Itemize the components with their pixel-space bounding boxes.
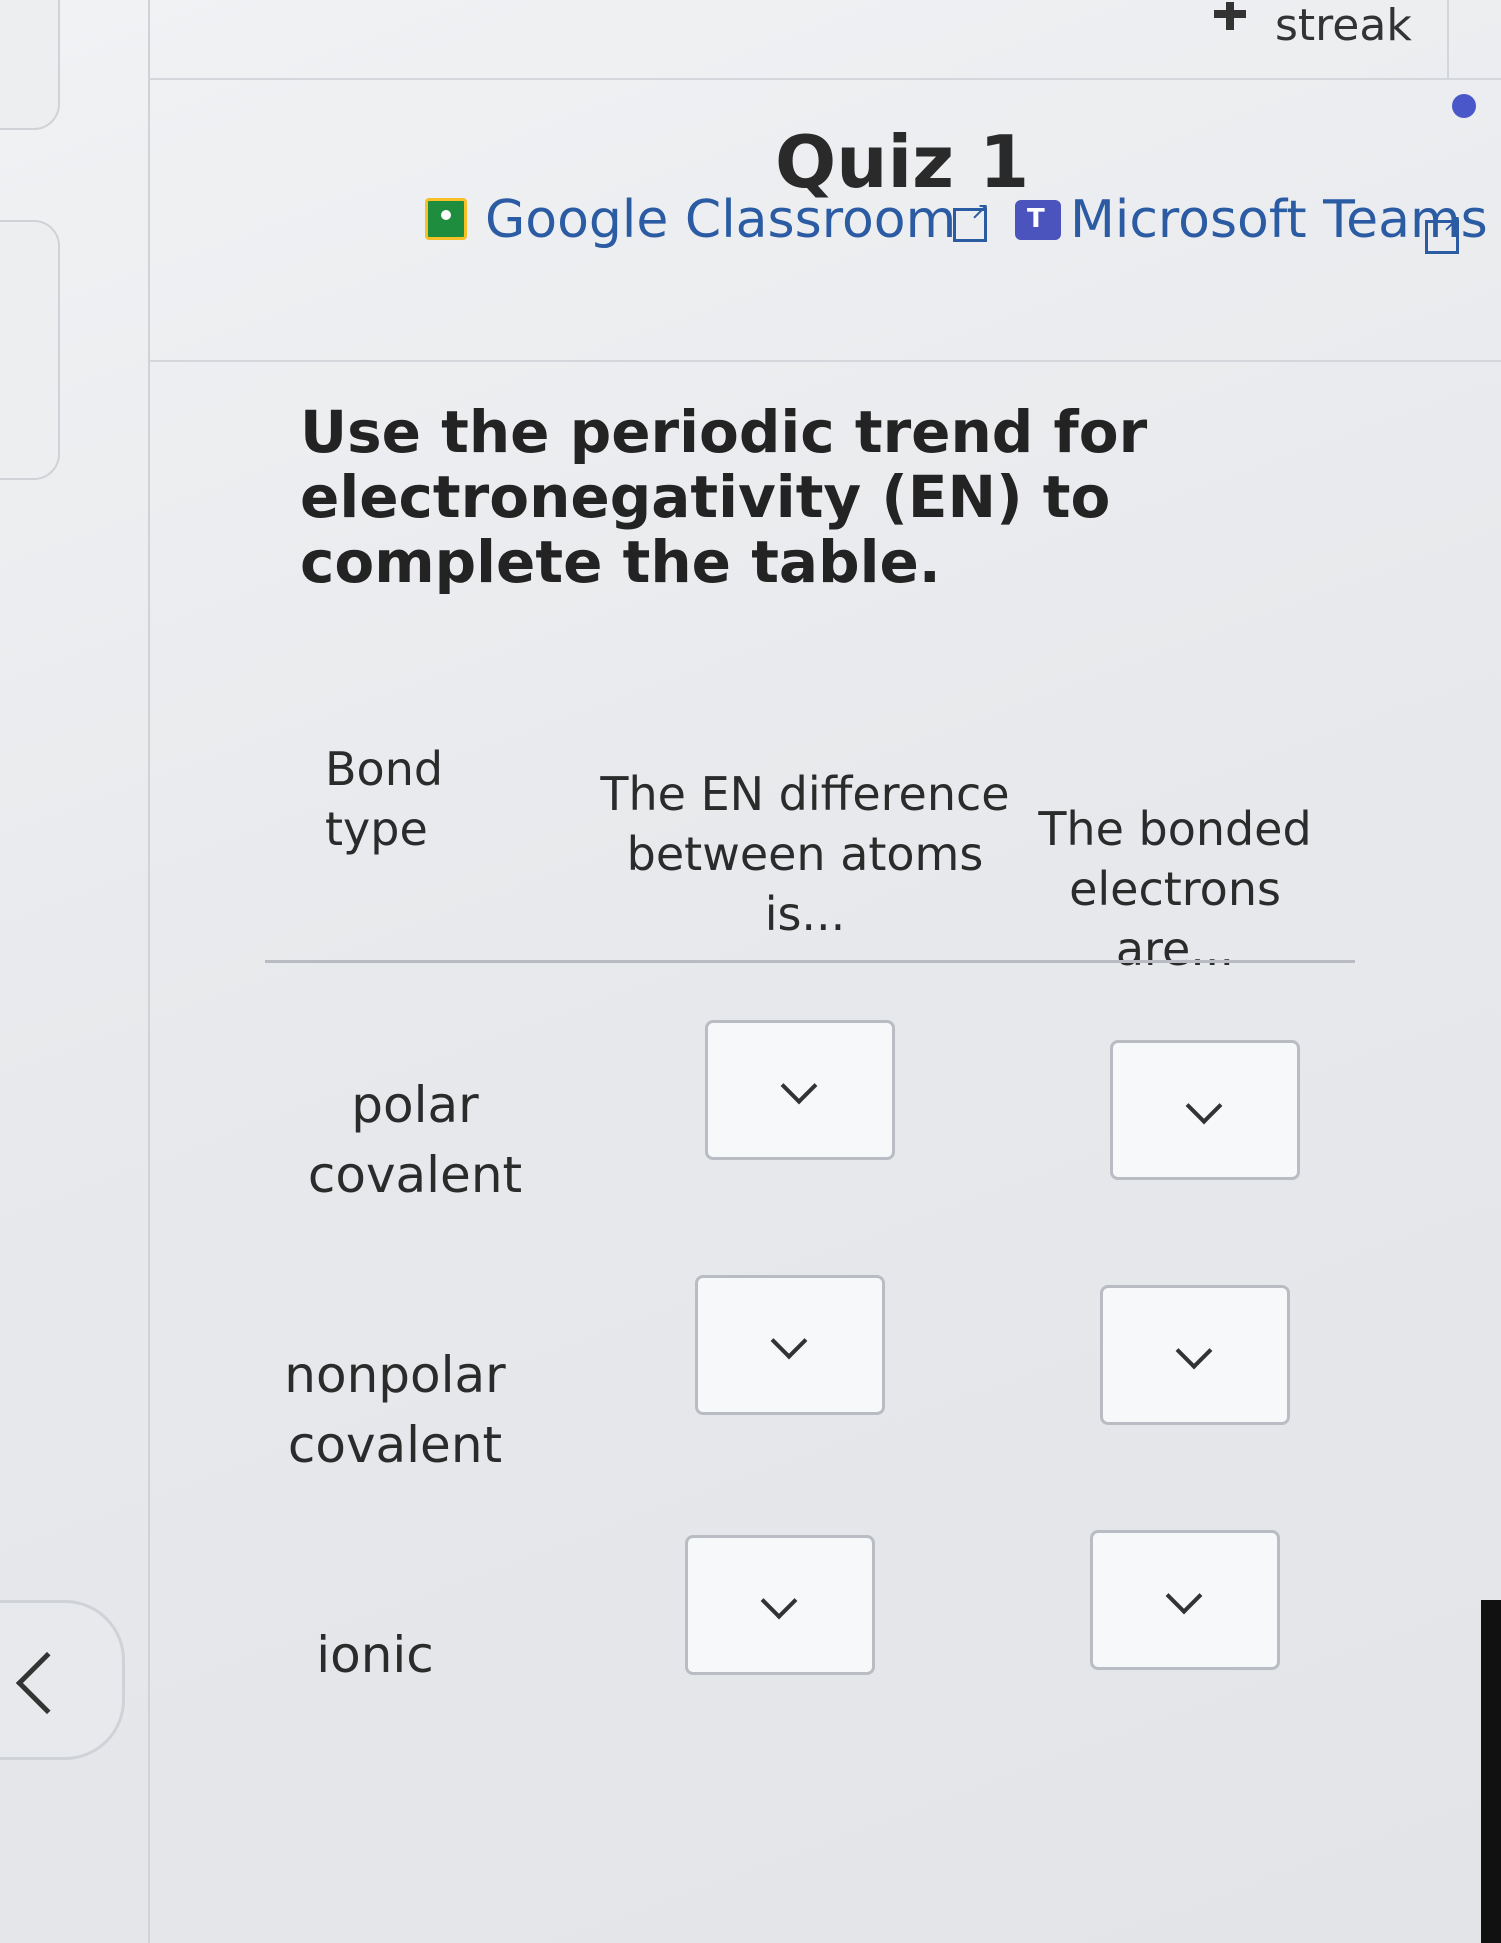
microsoft-teams-icon[interactable]	[1015, 200, 1061, 240]
chevron-down-icon	[1185, 1087, 1223, 1125]
share-links: Google Classroom Microsoft Teams	[425, 190, 1501, 270]
external-link-icon[interactable]	[1425, 209, 1462, 254]
streak-label[interactable]: streak	[1275, 0, 1412, 51]
chevron-left-icon	[15, 1651, 79, 1715]
row-label-line: covalent	[307, 1146, 523, 1204]
chevron-down-icon	[760, 1582, 798, 1620]
en-difference-select-ionic[interactable]	[685, 1535, 875, 1675]
previous-question-button[interactable]	[0, 1600, 125, 1760]
en-difference-select-nonpolar[interactable]	[695, 1275, 885, 1415]
google-classroom-link[interactable]: Google Classroom	[485, 190, 956, 250]
table-row-label: polar covalent	[265, 1070, 565, 1210]
electrons-select-nonpolar[interactable]	[1100, 1285, 1290, 1425]
rail-card-top[interactable]	[0, 0, 60, 130]
row-label-line: nonpolar	[284, 1346, 506, 1404]
chevron-down-icon	[1165, 1577, 1203, 1615]
column-header-bond-type: Bond type	[325, 742, 444, 856]
row-label-line: polar	[351, 1076, 479, 1134]
row-label-line: covalent	[287, 1416, 503, 1474]
screen-bezel	[1481, 1600, 1501, 1943]
topbar-divider	[1447, 0, 1449, 80]
column-header-bonded-electrons: The bonded electrons are...	[1038, 802, 1312, 976]
table-row-label: nonpolar covalent	[245, 1340, 545, 1480]
table-row-label: ionic	[225, 1620, 525, 1690]
electrons-select-ionic[interactable]	[1090, 1530, 1280, 1670]
chevron-down-icon	[770, 1322, 808, 1360]
row-label-line: ionic	[316, 1626, 434, 1684]
external-link-icon[interactable]	[953, 197, 990, 242]
streak-icon	[1214, 2, 1246, 30]
chevron-down-icon	[780, 1067, 818, 1105]
header-divider	[150, 360, 1501, 362]
column-header-en-difference: The EN difference between atoms is...	[600, 767, 1010, 941]
electrons-select-polar[interactable]	[1110, 1040, 1300, 1180]
screen: streak Le Quiz 1 Google Classroom Micros…	[0, 0, 1501, 1943]
table-header-rule	[265, 960, 1355, 963]
rail-card-middle[interactable]	[0, 220, 60, 480]
en-difference-select-polar[interactable]	[705, 1020, 895, 1160]
chevron-down-icon	[1175, 1332, 1213, 1370]
top-bar: streak Le	[150, 0, 1501, 80]
google-classroom-icon[interactable]	[425, 198, 467, 240]
question-prompt: Use the periodic trend for electronegati…	[300, 398, 1148, 596]
notification-dot	[1452, 94, 1476, 118]
